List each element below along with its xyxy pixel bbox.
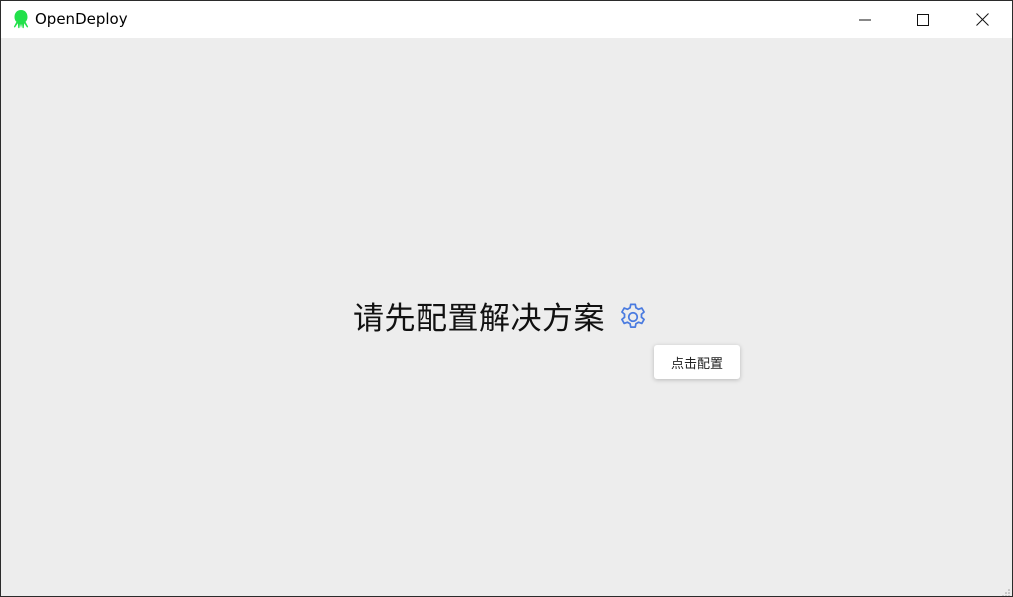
configure-solution-message: 请先配置解决方案 <box>353 301 605 337</box>
configure-tooltip: 点击配置 <box>654 345 740 379</box>
empty-state: 请先配置解决方案 <box>353 299 650 339</box>
main-content: 请先配置解决方案 点击配置 <box>1 38 1012 596</box>
settings-button[interactable] <box>616 302 650 336</box>
close-button[interactable] <box>953 1 1011 38</box>
minimize-button[interactable] <box>836 1 894 38</box>
app-window: OpenDeploy 请先配置解决方案 点击配置 <box>0 0 1013 597</box>
gear-icon <box>617 301 649 337</box>
resize-grip-icon[interactable] <box>999 583 1011 596</box>
maximize-icon <box>917 13 929 26</box>
minimize-icon <box>859 14 871 26</box>
octopus-logo-icon <box>11 9 31 29</box>
close-icon <box>975 13 989 26</box>
maximize-button[interactable] <box>894 1 952 38</box>
window-title: OpenDeploy <box>35 10 128 28</box>
title-bar[interactable]: OpenDeploy <box>1 1 1012 38</box>
